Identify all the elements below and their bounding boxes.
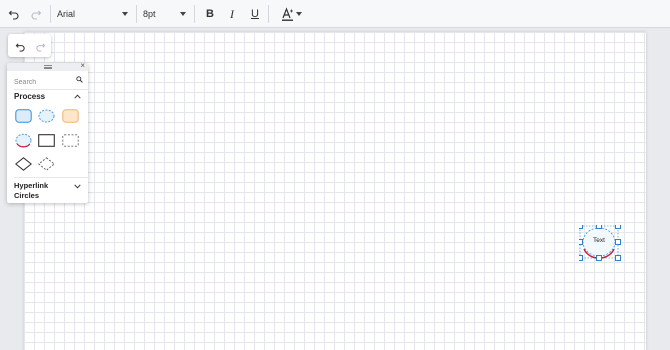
redo-icon bbox=[35, 42, 45, 52]
font-family-select[interactable]: Arial bbox=[57, 4, 128, 24]
floating-undo-button[interactable] bbox=[12, 38, 28, 54]
close-icon[interactable]: × bbox=[80, 61, 85, 70]
resize-handle[interactable] bbox=[615, 239, 621, 245]
chevron-down-icon bbox=[180, 12, 186, 16]
panel-drag-handle[interactable]: × bbox=[7, 61, 88, 71]
resize-handle[interactable] bbox=[579, 255, 583, 261]
floating-redo-button[interactable] bbox=[32, 38, 48, 54]
underline-label: U bbox=[251, 8, 259, 20]
underline-button[interactable]: U bbox=[247, 4, 263, 24]
resize-handle[interactable] bbox=[579, 239, 583, 245]
font-size-value: 8pt bbox=[143, 9, 156, 19]
section-title-hyperlink-circles[interactable]: Hyperlink Circles bbox=[14, 181, 68, 201]
shape-text-label[interactable]: Text bbox=[590, 237, 608, 244]
resize-handle[interactable] bbox=[596, 225, 602, 229]
bold-button[interactable]: B bbox=[202, 4, 218, 24]
divider bbox=[14, 89, 88, 90]
search-input[interactable] bbox=[14, 75, 72, 89]
search-icon[interactable] bbox=[76, 76, 83, 83]
toolbar-separator bbox=[268, 5, 269, 23]
diamond-shape[interactable] bbox=[15, 157, 32, 171]
font-size-select[interactable]: 8pt bbox=[143, 4, 186, 24]
chevron-down-icon bbox=[122, 12, 128, 16]
font-family-value: Arial bbox=[57, 9, 76, 19]
toolbar-separator bbox=[194, 5, 195, 23]
drawing-page[interactable] bbox=[24, 32, 646, 350]
chevron-up-icon[interactable] bbox=[74, 94, 81, 99]
ellipse-dashed-blue-shape[interactable] bbox=[38, 109, 55, 123]
redo-icon bbox=[31, 10, 42, 20]
toolbar-separator bbox=[50, 5, 51, 23]
italic-button[interactable]: I bbox=[224, 4, 240, 24]
bold-label: B bbox=[206, 8, 214, 20]
top-toolbar: Arial 8pt B I U bbox=[0, 0, 670, 28]
toolbar-separator bbox=[136, 5, 137, 23]
resize-handle[interactable] bbox=[615, 255, 621, 261]
text-color-button[interactable] bbox=[273, 4, 303, 24]
rounded-rectangle-blue-shape[interactable] bbox=[15, 109, 32, 123]
section-title-process[interactable]: Process bbox=[14, 92, 45, 101]
redo-button[interactable] bbox=[28, 4, 44, 24]
rounded-rectangle-orange-shape[interactable] bbox=[62, 109, 79, 123]
resize-handle[interactable] bbox=[615, 225, 621, 229]
rectangle-shape[interactable] bbox=[38, 134, 55, 147]
undo-icon bbox=[15, 42, 25, 52]
divider bbox=[14, 177, 88, 178]
circle-dashed-blue-red-shape[interactable] bbox=[15, 133, 32, 148]
undo-button[interactable] bbox=[6, 4, 22, 24]
diamond-dashed-shape[interactable] bbox=[38, 157, 55, 171]
undo-icon bbox=[8, 10, 19, 20]
resize-handle[interactable] bbox=[579, 225, 583, 229]
chevron-down-icon[interactable] bbox=[74, 184, 81, 189]
italic-label: I bbox=[230, 6, 234, 21]
shapes-panel: × Process Hyperlink Circles bbox=[7, 61, 88, 203]
grip-icon bbox=[44, 65, 52, 69]
text-color-icon bbox=[282, 7, 293, 21]
floating-undo-redo bbox=[8, 34, 51, 57]
resize-handle[interactable] bbox=[596, 255, 602, 261]
chevron-down-icon bbox=[296, 12, 302, 16]
rectangle-dashed-shape[interactable] bbox=[62, 134, 79, 147]
